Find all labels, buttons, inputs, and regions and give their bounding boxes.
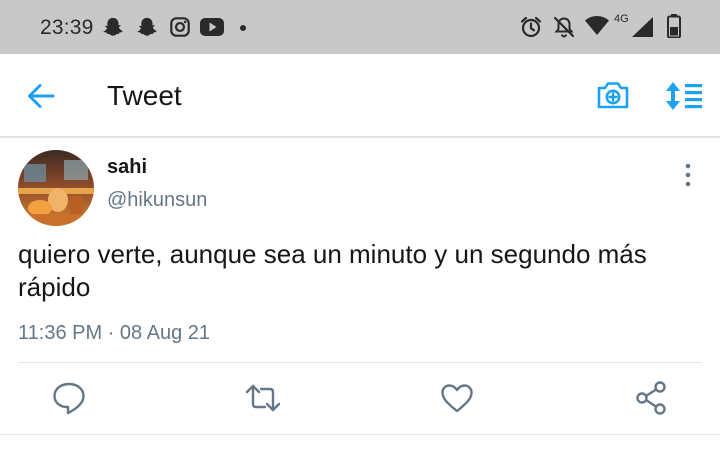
status-time: 23:39	[40, 16, 94, 39]
page-title: Tweet	[107, 80, 182, 111]
share-icon[interactable]	[631, 380, 671, 416]
dot-icon	[240, 25, 246, 31]
display-name[interactable]: sahi	[107, 156, 147, 179]
tweet-time: 11:36 PM	[18, 322, 103, 344]
tweet-timestamp: 11:36 PM · 08 Aug 21	[18, 322, 210, 345]
divider	[18, 362, 702, 363]
app-bar: Tweet	[0, 54, 720, 138]
youtube-icon	[200, 18, 224, 36]
reply-icon[interactable]	[49, 380, 89, 416]
wifi-icon	[585, 16, 609, 35]
tweet-date: 08 Aug 21	[119, 322, 211, 344]
snapchat-icon	[103, 17, 123, 36]
like-icon[interactable]	[437, 380, 477, 416]
more-options-icon[interactable]	[676, 160, 700, 190]
signal-icon	[632, 17, 653, 37]
avatar[interactable]	[18, 150, 94, 226]
alarm-icon	[520, 16, 542, 38]
mute-icon	[553, 16, 575, 38]
tweet-text: quiero verte, aunque sea un minuto y un …	[18, 239, 647, 302]
snapchat-icon	[137, 17, 157, 36]
camera-icon[interactable]	[596, 80, 630, 110]
avatar-image	[18, 150, 94, 226]
network-type: 4G	[614, 13, 629, 25]
user-handle[interactable]: @hikunsun	[107, 189, 207, 212]
timestamp-separator: ·	[107, 322, 115, 344]
retweet-icon[interactable]	[243, 380, 283, 416]
back-arrow-icon[interactable]	[26, 82, 56, 110]
instagram-icon	[170, 17, 190, 37]
status-bar: 23:39 4G	[0, 0, 720, 54]
sort-icon[interactable]	[665, 81, 703, 111]
battery-icon	[667, 14, 681, 38]
divider	[0, 434, 720, 435]
